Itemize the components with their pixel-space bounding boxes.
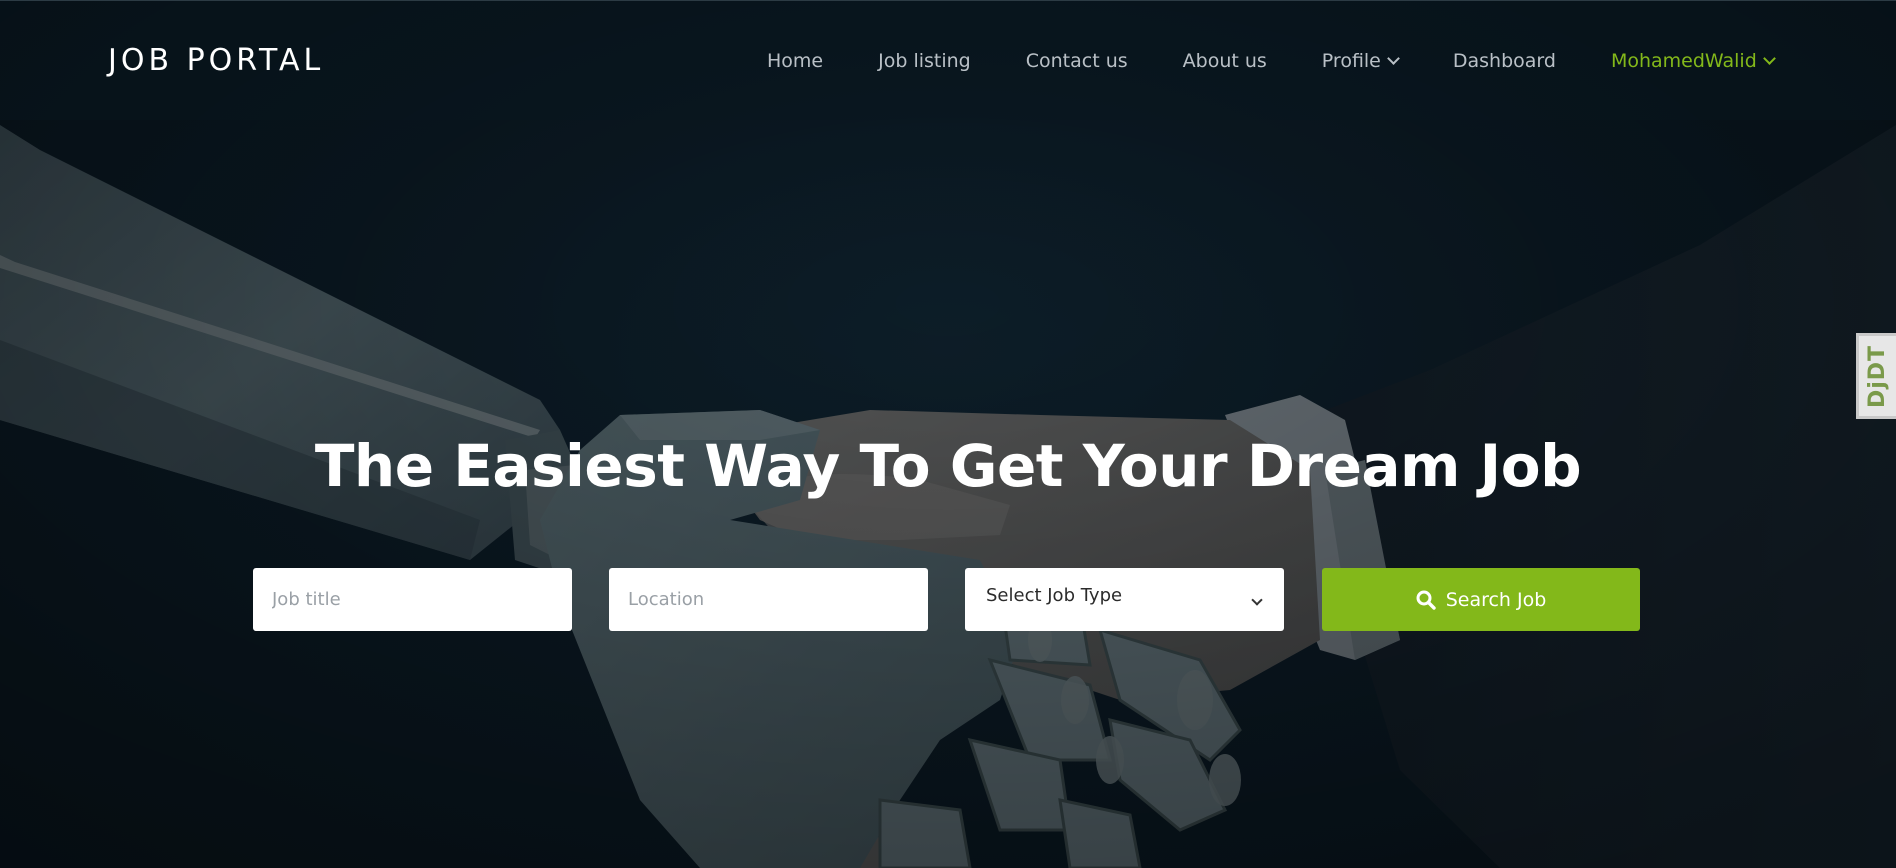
chevron-down-icon bbox=[1387, 52, 1400, 65]
hero-section: JOB PORTAL Home Job listing Contact us A… bbox=[0, 0, 1896, 868]
location-input[interactable] bbox=[609, 568, 928, 631]
user-menu-dropdown[interactable]: MohamedWalid bbox=[1610, 50, 1776, 72]
hero-title: The Easiest Way To Get Your Dream Job bbox=[314, 432, 1582, 500]
search-icon bbox=[1416, 590, 1436, 610]
main-nav: Home Job listing Contact us About us Pro… bbox=[767, 50, 1776, 72]
nav-profile-label: Profile bbox=[1321, 50, 1381, 72]
nav-about-us[interactable]: About us bbox=[1183, 50, 1267, 72]
search-job-button[interactable]: Search Job bbox=[1322, 568, 1640, 631]
nav-dashboard[interactable]: Dashboard bbox=[1453, 50, 1556, 72]
nav-job-listing[interactable]: Job listing bbox=[878, 50, 971, 72]
user-name: MohamedWalid bbox=[1610, 50, 1757, 72]
debug-toolbar-label: DjDT bbox=[1865, 344, 1891, 408]
chevron-down-icon bbox=[1762, 52, 1776, 65]
site-header: JOB PORTAL Home Job listing Contact us A… bbox=[0, 0, 1896, 121]
site-logo[interactable]: JOB PORTAL bbox=[108, 43, 324, 78]
job-title-input[interactable] bbox=[253, 568, 572, 631]
search-job-label: Search Job bbox=[1445, 588, 1547, 611]
nav-home[interactable]: Home bbox=[767, 50, 823, 72]
job-type-select[interactable]: Select Job Type bbox=[965, 568, 1284, 631]
debug-toolbar-handle[interactable]: DjDT bbox=[1856, 333, 1896, 419]
nav-contact-us[interactable]: Contact us bbox=[1026, 50, 1128, 72]
chevron-down-icon bbox=[1251, 593, 1263, 606]
nav-profile-dropdown[interactable]: Profile bbox=[1321, 50, 1400, 72]
job-type-selected-value: Select Job Type bbox=[986, 585, 1123, 606]
